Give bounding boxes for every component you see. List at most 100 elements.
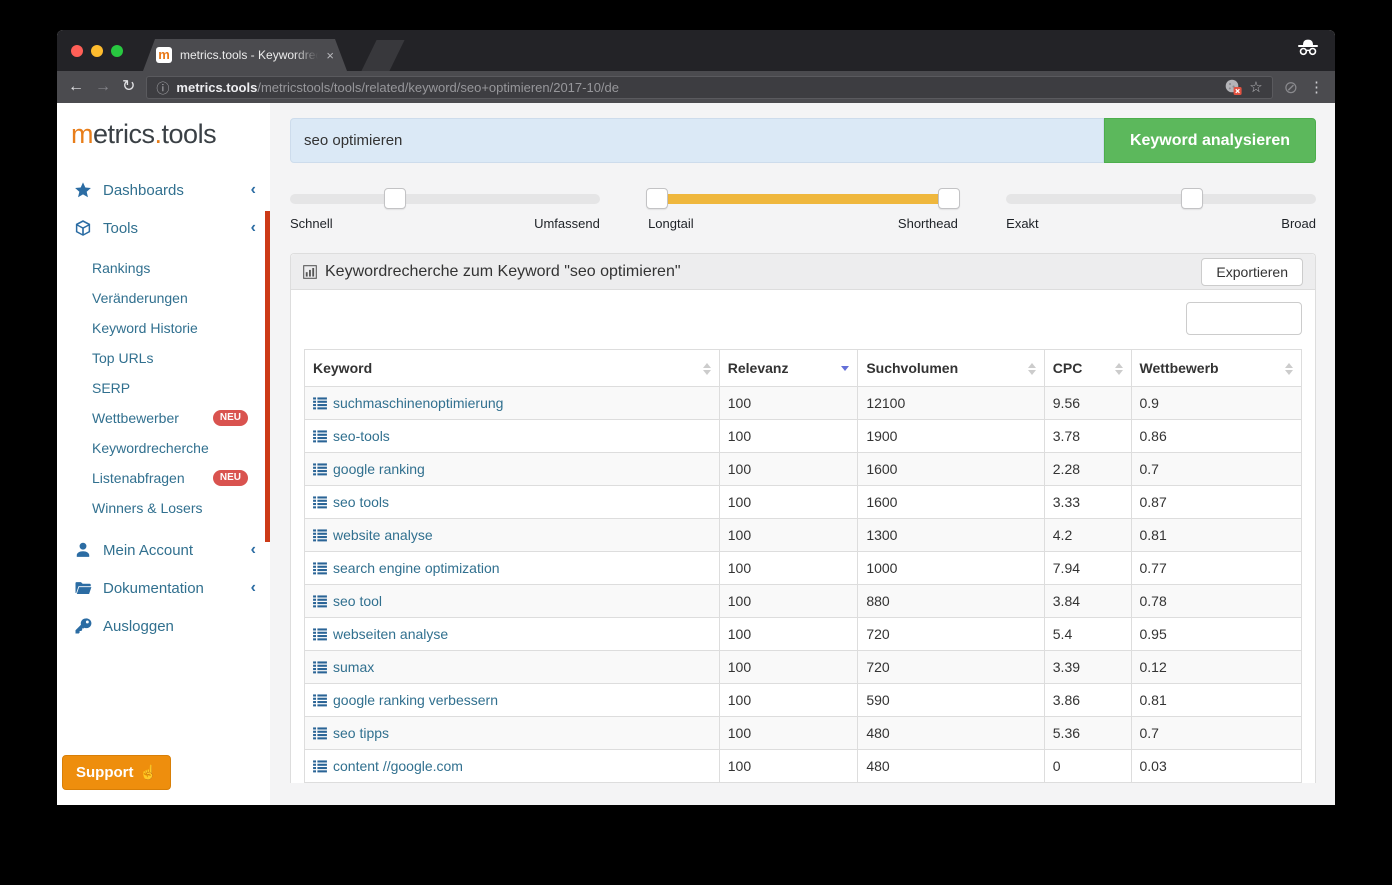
sort-icons[interactable] [1115,363,1123,375]
star-icon [74,181,92,199]
keyword-link[interactable]: website analyse [333,527,433,543]
new-tab-button[interactable] [361,40,404,71]
column-header-wettbewerb[interactable]: Wettbewerb [1131,350,1302,387]
speed-slider-handle[interactable] [384,188,406,209]
content-blocked-icon[interactable]: ⊘ [1284,79,1298,96]
keyword-search-input[interactable] [290,118,1104,163]
minimize-window-button[interactable] [91,45,103,57]
keyword-link[interactable]: webseiten analyse [333,626,448,642]
sort-desc-icon [1115,370,1123,375]
column-header-relevanz[interactable]: Relevanz [719,350,858,387]
table-row: seo tipps1004805.360.7 [305,717,1302,750]
keyword-list-icon [313,529,327,542]
sidebar-item-winners-losers[interactable]: Winners & Losers [57,493,270,523]
sidebar-item-serp[interactable]: SERP [57,373,270,403]
keyword-link[interactable]: sumax [333,659,374,675]
zoom-window-button[interactable] [111,45,123,57]
keyword-list-icon [313,595,327,608]
app-logo[interactable]: metrics.tools [57,103,270,150]
suchvolumen-cell: 590 [858,684,1044,717]
address-bar[interactable]: ⓘ metrics.tools/metricstools/tools/relat… [146,76,1272,99]
sidebar-item-wettbewerber[interactable]: WettbewerberNEU [57,403,270,433]
browser-tab[interactable]: m metrics.tools - Keywordrecher × [129,39,361,71]
column-header-keyword[interactable]: Keyword [305,350,720,387]
page-info-icon[interactable]: ⓘ [156,78,169,97]
browser-menu-icon[interactable]: ⋮ [1309,78,1324,96]
keyword-link[interactable]: seo tools [333,494,389,510]
sort-icons[interactable] [841,366,849,371]
url-domain: metrics.tools [176,80,257,95]
cpc-cell: 7.94 [1044,552,1131,585]
bookmark-star-icon[interactable]: ☆ [1249,80,1262,95]
wettbewerb-cell: 0.86 [1131,420,1302,453]
close-tab-icon[interactable]: × [326,49,334,62]
tail-slider-handle-right[interactable] [938,188,960,209]
slider-label-longtail: Longtail [648,216,694,231]
relevanz-cell: 100 [719,519,858,552]
keyword-link[interactable]: search engine optimization [333,560,500,576]
suchvolumen-cell: 720 [858,618,1044,651]
favicon: m [156,47,172,63]
sidebar-item-rankings[interactable]: Rankings [57,253,270,283]
keyword-analyze-button[interactable]: Keyword analysieren [1104,118,1316,163]
wettbewerb-cell: 0.12 [1131,651,1302,684]
keyword-link[interactable]: seo tool [333,593,382,609]
keyword-link[interactable]: content //google.com [333,758,463,774]
table-row: search engine optimization10010007.940.7… [305,552,1302,585]
relevanz-cell: 100 [719,453,858,486]
sidebar: metrics.tools Dashboards ‹ Tools ‹ Ranki… [57,103,270,805]
sidebar-item-listenabfragen[interactable]: ListenabfragenNEU [57,463,270,493]
table-filter-input[interactable] [1186,302,1302,335]
key-icon [74,617,92,635]
hand-pointer-icon: ☝ [140,764,157,781]
sidebar-item-top-urls[interactable]: Top URLs [57,343,270,373]
sidebar-item-tools[interactable]: Tools ‹ [57,209,270,247]
cpc-cell: 3.39 [1044,651,1131,684]
wettbewerb-cell: 0.77 [1131,552,1302,585]
sidebar-item-keyword-historie[interactable]: Keyword Historie [57,313,270,343]
panel-header: Keywordrecherche zum Keyword "seo optimi… [291,254,1315,290]
table-row: suchmaschinenoptimierung100121009.560.9 [305,387,1302,420]
keyword-list-icon [313,661,327,674]
sort-icons[interactable] [1285,363,1293,375]
sidebar-item-ver-nderungen[interactable]: Veränderungen [57,283,270,313]
export-button[interactable]: Exportieren [1201,258,1303,286]
browser-tab-bar: m metrics.tools - Keywordrecher × [57,30,1335,71]
column-label: Wettbewerb [1140,360,1219,376]
keyword-link[interactable]: google ranking verbessern [333,692,498,708]
match-slider-handle[interactable] [1181,188,1203,209]
forward-icon[interactable]: → [95,79,111,95]
sort-icons[interactable] [703,363,711,375]
back-icon[interactable]: ← [68,79,84,95]
sidebar-item-mein-account[interactable]: Mein Account ‹ [57,531,270,569]
browser-window: m metrics.tools - Keywordrecher × ← → ↻ … [57,30,1335,805]
keyword-link[interactable]: seo-tools [333,428,390,444]
tail-slider-track[interactable] [648,194,958,204]
relevanz-cell: 100 [719,585,858,618]
cookie-blocked-icon[interactable] [1225,79,1242,95]
sidebar-item-dokumentation[interactable]: Dokumentation ‹ [57,569,270,607]
sidebar-item-ausloggen[interactable]: Ausloggen [57,607,270,645]
keyword-list-icon [313,496,327,509]
tail-slider-handle-left[interactable] [646,188,668,209]
column-label: Keyword [313,360,372,376]
cpc-cell: 3.84 [1044,585,1131,618]
column-header-cpc[interactable]: CPC [1044,350,1131,387]
sort-icons[interactable] [1028,363,1036,375]
sidebar-item-label: Veränderungen [92,290,188,306]
speed-slider-track[interactable] [290,194,600,204]
keyword-link[interactable]: google ranking [333,461,425,477]
column-header-suchvolumen[interactable]: Suchvolumen [858,350,1044,387]
keyword-link[interactable]: suchmaschinenoptimierung [333,395,503,411]
keyword-cell: suchmaschinenoptimierung [305,387,720,420]
keyword-link[interactable]: seo tipps [333,725,389,741]
close-window-button[interactable] [71,45,83,57]
window-controls [71,45,123,57]
match-slider-track[interactable] [1006,194,1316,204]
reload-icon[interactable]: ↻ [122,79,135,95]
sidebar-item-dashboards[interactable]: Dashboards ‹ [57,171,270,209]
cube-icon [74,219,92,237]
support-button[interactable]: Support ☝ [62,755,171,790]
sidebar-item-keywordrecherche[interactable]: Keywordrecherche [57,433,270,463]
column-label: CPC [1053,360,1083,376]
